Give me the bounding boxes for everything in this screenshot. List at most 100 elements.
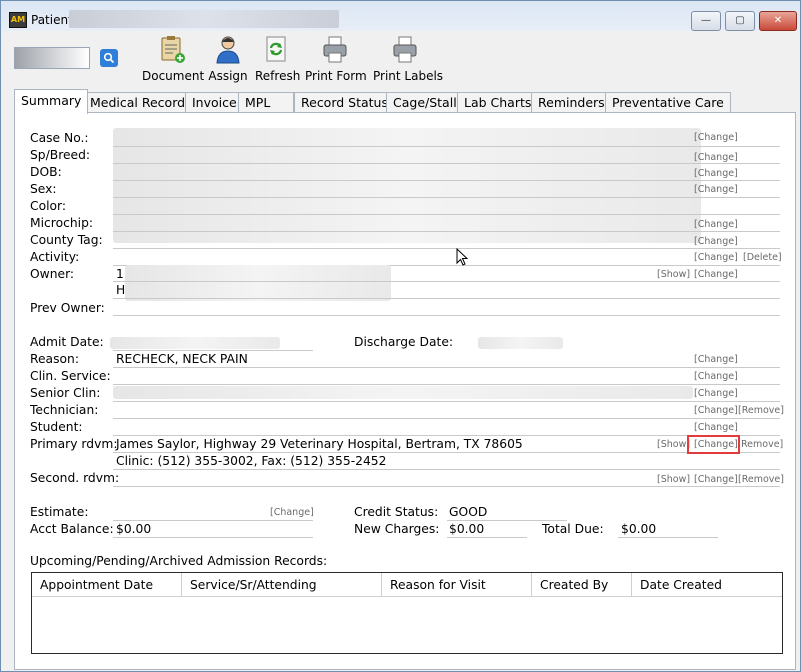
clin-service-underline [113,384,780,385]
primary-rdvm-underline [113,452,780,453]
senior-clin-change-link[interactable]: [Change] [694,388,738,399]
column-service-sr-attending[interactable]: Service/Sr/Attending [182,573,382,597]
reason-change-link[interactable]: [Change] [694,354,738,365]
total-due-value: $0.00 [621,522,657,536]
tab-summary[interactable]: Summary [14,89,89,114]
activity-label: Activity: [30,250,80,264]
admission-records-table[interactable]: Appointment Date Service/Sr/Attending Re… [31,572,783,654]
new-charges-value: $0.00 [449,522,485,536]
total-due-label: Total Due: [542,522,604,536]
microchip-change-link[interactable]: [Change] [694,219,738,230]
tab-preventative-care[interactable]: Preventative Care [605,92,731,113]
case-no-change-link[interactable]: [Change] [694,132,738,143]
column-reason-for-visit[interactable]: Reason for Visit [382,573,532,597]
technician-label: Technician: [30,403,99,417]
credit-status-underline [447,520,567,521]
primary-rdvm-underline-2 [113,469,780,470]
owner-label: Owner: [30,267,75,281]
acct-balance-value: $0.00 [116,522,152,536]
sex-change-link[interactable]: [Change] [694,184,738,195]
tab-mpl[interactable]: MPL [238,92,294,113]
admit-date-redacted [110,337,280,349]
estimate-underline [113,520,313,521]
second-rdvm-change-link[interactable]: [Change] [694,474,738,485]
tab-record-status[interactable]: Record Status [294,92,395,113]
admit-date-label: Admit Date: [30,335,104,349]
tab-medical-record[interactable]: Medical Record [83,92,193,113]
mouse-pointer-icon [456,248,468,266]
tab-lab-charts[interactable]: Lab Charts [457,92,539,113]
assign-button[interactable]: Assign [208,34,248,83]
technician-underline [113,418,780,419]
student-label: Student: [30,420,83,434]
reason-value: RECHECK, NECK PAIN [116,352,248,366]
sp-breed-label: Sp/Breed: [30,148,91,162]
prev-owner-label: Prev Owner: [30,301,105,315]
print-form-button[interactable]: Print Form [305,34,367,83]
refresh-icon [266,36,286,62]
print-labels-button[interactable]: Print Labels [373,34,443,83]
technician-change-link[interactable]: [Change] [694,405,738,416]
refresh-button[interactable]: Refresh [255,34,301,83]
senior-clin-label: Senior Clin: [30,386,101,400]
sp-breed-underline [113,163,780,164]
estimate-label: Estimate: [30,505,89,519]
toolbar-label-print-form: Print Form [305,69,367,83]
sex-label: Sex: [30,182,57,196]
acct-balance-underline [113,537,313,538]
color-underline [113,214,780,215]
maximize-button[interactable]: ▢ [725,11,755,31]
primary-rdvm-remove-link[interactable]: Remove] [741,439,783,450]
dob-change-link[interactable]: [Change] [694,168,738,179]
column-date-created[interactable]: Date Created [632,573,782,597]
second-rdvm-show-link[interactable]: [Show] [657,474,690,485]
owner-details-redacted [125,265,391,301]
new-charges-label: New Charges: [354,522,440,536]
primary-rdvm-show-link[interactable]: [Show] [657,439,690,450]
county-tag-change-link[interactable]: [Change] [694,236,738,247]
clin-service-change-link[interactable]: [Change] [694,371,738,382]
primary-rdvm-contact: Clinic: (512) 355-3002, Fax: (512) 355-2… [116,454,387,468]
admit-date-underline [113,350,313,351]
owner-show-link[interactable]: [Show] [657,269,690,280]
dob-label: DOB: [30,165,62,179]
admission-records-title: Upcoming/Pending/Archived Admission Reco… [30,554,328,568]
document-button[interactable]: Document [142,34,204,83]
senior-clin-redacted [113,386,693,399]
tab-strip: Summary Medical Record Invoice MPL Recor… [14,89,794,114]
search-icon [103,52,115,64]
patient-search-input[interactable] [14,47,90,69]
second-rdvm-remove-link[interactable]: [Remove] [738,474,784,485]
toolbar-label-refresh: Refresh [255,69,301,83]
title-bar[interactable]: AM Patient — ▢ ✕ [1,1,800,31]
owner-underline-2 [113,298,780,299]
county-tag-underline [113,248,780,249]
credit-status-value: GOOD [449,505,488,519]
owner-change-link[interactable]: [Change] [694,269,738,280]
close-button[interactable]: ✕ [759,11,797,31]
app-logo-icon: AM [9,12,27,28]
primary-rdvm-value: James Saylor, Highway 29 Veterinary Hosp… [116,437,523,451]
printer-icon [323,36,347,63]
microchip-underline [113,231,780,232]
sex-underline [113,197,780,198]
student-change-link[interactable]: [Change] [694,422,738,433]
tab-invoice[interactable]: Invoice [185,92,244,113]
column-created-by[interactable]: Created By [532,573,632,597]
toolbar-label-assign: Assign [208,69,248,83]
activity-delete-link[interactable]: [Delete] [743,252,782,263]
technician-remove-link[interactable]: [Remove] [738,405,784,416]
search-button[interactable] [100,49,118,67]
activity-change-link[interactable]: [Change] [694,252,738,263]
estimate-change-link[interactable]: [Change] [270,507,314,518]
second-rdvm-underline [113,486,780,487]
tab-reminders[interactable]: Reminders [531,92,612,113]
senior-clin-underline [113,401,780,402]
owner-line2-prefix: H [116,283,126,297]
tab-cage-stall[interactable]: Cage/Stall [386,92,464,113]
minimize-button[interactable]: — [691,11,721,31]
column-appointment-date[interactable]: Appointment Date [32,573,182,597]
total-due-underline [618,537,718,538]
sp-breed-change-link[interactable]: [Change] [694,152,738,163]
toolbar: Document Assign Refresh Print Form Print… [2,32,800,90]
